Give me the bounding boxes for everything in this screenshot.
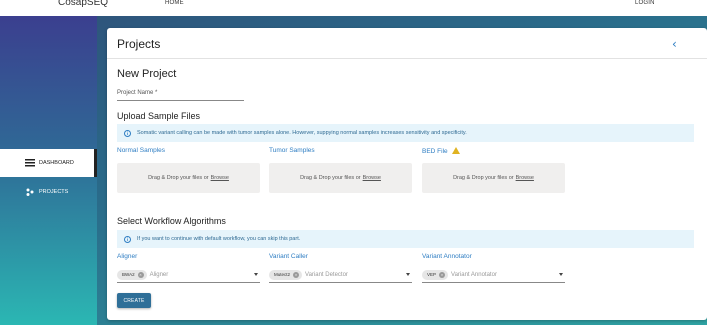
aligner-placeholder: Aligner bbox=[149, 271, 169, 278]
dropzone-text: Drag & Drop your files or bbox=[300, 175, 361, 181]
dashboard-icon bbox=[25, 159, 35, 167]
browse-link[interactable]: Browse bbox=[516, 175, 534, 181]
aligner-label: Aligner bbox=[117, 253, 138, 260]
warning-icon bbox=[451, 147, 460, 154]
bed-file-label-wrap: BED File bbox=[422, 147, 460, 155]
workflow-info-text: If you want to continue with default wor… bbox=[137, 236, 301, 242]
dropdown-arrow-icon[interactable] bbox=[254, 273, 258, 276]
sidebar-item-projects[interactable]: PROJECTS bbox=[0, 178, 97, 206]
project-name-input[interactable] bbox=[117, 100, 244, 101]
tumor-samples-dropzone[interactable]: Drag & Drop your files or Browse bbox=[269, 163, 412, 193]
tumor-samples-label: Tumor Samples bbox=[269, 147, 315, 154]
info-icon: i bbox=[124, 235, 131, 243]
workflow-info-banner: i If you want to continue with default w… bbox=[117, 230, 694, 248]
chip-remove-icon[interactable]: × bbox=[137, 271, 144, 278]
chip-remove-icon[interactable]: × bbox=[293, 271, 300, 278]
upload-heading: Upload Sample Files bbox=[117, 111, 201, 121]
variant-caller-chip: Mutect2 × bbox=[269, 269, 303, 280]
variant-caller-placeholder: Variant Detector bbox=[305, 271, 348, 278]
create-button[interactable]: CREATE bbox=[117, 293, 151, 308]
brand-logo[interactable]: CosapSEQ bbox=[58, 0, 108, 8]
dropdown-arrow-icon[interactable] bbox=[559, 273, 563, 276]
top-navbar: CosapSEQ HOME LOGIN bbox=[0, 0, 707, 16]
new-project-heading: New Project bbox=[117, 68, 177, 80]
info-icon: i bbox=[124, 129, 131, 137]
upload-info-text: Somatic variant calling can be made with… bbox=[137, 130, 467, 136]
sidebar-item-label: DASHBOARD bbox=[39, 160, 74, 166]
variant-caller-select[interactable]: Mutect2 × Variant Detector bbox=[269, 267, 412, 283]
bed-file-label: BED File bbox=[422, 148, 448, 155]
normal-samples-dropzone[interactable]: Drag & Drop your files or Browse bbox=[117, 163, 260, 193]
browse-link[interactable]: Browse bbox=[211, 175, 229, 181]
page-title: Projects bbox=[117, 37, 161, 51]
variant-annotator-select[interactable]: VEP × Variant Annotator bbox=[422, 267, 565, 283]
chip-label: VEP bbox=[427, 272, 437, 277]
project-name-label: Project Name * bbox=[117, 90, 158, 96]
dropdown-arrow-icon[interactable] bbox=[406, 273, 410, 276]
aligner-select[interactable]: BWA2 × Aligner bbox=[117, 267, 260, 283]
chip-label: BWA2 bbox=[122, 272, 135, 277]
aligner-chip: BWA2 × bbox=[117, 269, 147, 280]
upload-info-banner: i Somatic variant calling can be made wi… bbox=[117, 124, 694, 142]
sidebar: DASHBOARD PROJECTS bbox=[0, 16, 97, 325]
variant-annotator-chip: VEP × bbox=[422, 269, 449, 280]
projects-card: Projects ‹ New Project Project Name * Up… bbox=[107, 28, 707, 320]
nav-home-link[interactable]: HOME bbox=[165, 0, 184, 6]
bed-file-dropzone[interactable]: Drag & Drop your files or Browse bbox=[422, 163, 565, 193]
workflow-heading: Select Workflow Algorithms bbox=[117, 216, 226, 226]
projects-icon bbox=[25, 188, 35, 196]
browse-link[interactable]: Browse bbox=[363, 175, 381, 181]
sidebar-item-dashboard[interactable]: DASHBOARD bbox=[0, 149, 97, 177]
sidebar-item-label: PROJECTS bbox=[39, 189, 69, 195]
dropzone-text: Drag & Drop your files or bbox=[148, 175, 209, 181]
variant-annotator-placeholder: Variant Annotator bbox=[451, 271, 497, 278]
chip-label: Mutect2 bbox=[274, 272, 291, 277]
variant-annotator-label: Variant Annotator bbox=[422, 253, 472, 260]
chevron-left-icon[interactable]: ‹ bbox=[672, 38, 682, 50]
variant-caller-label: Variant Caller bbox=[269, 253, 308, 260]
card-header: Projects ‹ bbox=[107, 28, 707, 59]
normal-samples-label: Normal Samples bbox=[117, 147, 166, 154]
nav-login-link[interactable]: LOGIN bbox=[635, 0, 655, 6]
chip-remove-icon[interactable]: × bbox=[439, 271, 446, 278]
dropzone-text: Drag & Drop your files or bbox=[453, 175, 514, 181]
